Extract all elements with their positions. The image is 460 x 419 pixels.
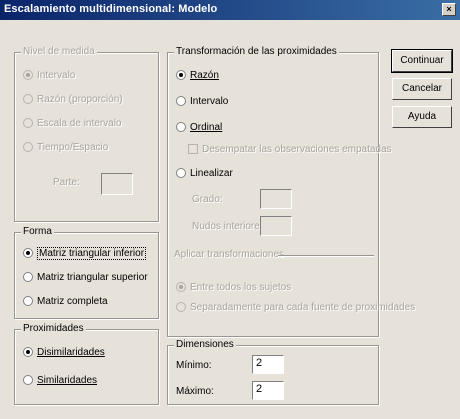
radio-button[interactable]: [23, 118, 33, 128]
min-label: Mínimo:: [176, 360, 212, 371]
option-label: Separadamente para cada fuente de proxim…: [190, 301, 416, 313]
radio-button[interactable]: [23, 296, 33, 306]
transformation-option-spline[interactable]: Linealizar: [176, 165, 233, 181]
measurement-option-1[interactable]: Razón (proporción): [23, 91, 123, 107]
max-label: Máximo:: [176, 386, 214, 397]
radio-button[interactable]: [176, 168, 186, 178]
measurement-level-legend: Nivel de medida: [21, 46, 97, 57]
measurement-option-2[interactable]: Escala de intervalo: [23, 115, 122, 131]
radio-button[interactable]: [23, 248, 33, 258]
radio-button[interactable]: [23, 70, 33, 80]
radio-button[interactable]: [23, 142, 33, 152]
shape-option-lower[interactable]: Matriz triangular inferior: [23, 245, 147, 261]
option-label: Disimilaridades: [37, 346, 105, 358]
option-label: Escala de intervalo: [37, 117, 122, 129]
option-label: Intervalo: [37, 69, 76, 81]
parte-label: Parte:: [53, 177, 80, 188]
proximities-legend: Proximidades: [21, 323, 86, 334]
checkbox-label: Desempatar las observaciones empatadas: [202, 143, 392, 155]
apply-option-separate[interactable]: Separadamente para cada fuente de proxim…: [176, 299, 415, 315]
measurement-option-3[interactable]: Tiempo/Espacio: [23, 139, 108, 155]
radio-button[interactable]: [23, 375, 33, 385]
proximities-group: Proximidades Disimilaridades Similaridad…: [14, 323, 159, 405]
option-label: Tiempo/Espacio: [37, 141, 109, 153]
grado-field[interactable]: [260, 189, 292, 209]
max-field[interactable]: 2: [252, 381, 284, 400]
radio-button[interactable]: [176, 302, 186, 312]
transformation-option-razon[interactable]: Razón: [176, 67, 219, 83]
option-label: Intervalo: [190, 95, 229, 107]
option-label: Matriz triangular superior: [37, 271, 148, 283]
option-label: Matriz completa: [37, 295, 108, 307]
nudos-label: Nudos interiores:: [192, 221, 268, 232]
option-label: Similaridades: [37, 374, 98, 386]
dialog-body: Nivel de medida Intervalo Razón (proporc…: [0, 20, 460, 419]
radio-button[interactable]: [23, 94, 33, 104]
radio-button[interactable]: [176, 282, 186, 292]
radio-button[interactable]: [23, 272, 33, 282]
checkbox[interactable]: [188, 144, 198, 154]
option-label: Entre todos los sujetos: [190, 281, 292, 293]
shape-legend: Forma: [21, 226, 54, 237]
option-label: Matriz triangular inferior: [37, 246, 147, 260]
close-button[interactable]: ×: [442, 3, 456, 16]
transformation-option-ordinal[interactable]: Ordinal: [176, 119, 222, 135]
cancel-button[interactable]: Cancelar: [392, 78, 452, 100]
parte-field[interactable]: [101, 173, 133, 195]
shape-option-upper[interactable]: Matriz triangular superior: [23, 269, 148, 285]
option-label: Razón: [190, 69, 219, 81]
option-label: Linealizar: [190, 167, 233, 179]
help-button[interactable]: Ayuda: [392, 106, 452, 128]
measurement-option-0[interactable]: Intervalo: [23, 67, 75, 83]
shape-group: Forma Matriz triangular inferior Matriz …: [14, 226, 159, 319]
option-label: Ordinal: [190, 121, 223, 133]
transformation-group: Transformación de las proximidades Razón…: [167, 46, 415, 337]
proximities-option-dissimilarities[interactable]: Disimilaridades: [23, 344, 105, 360]
apply-option-all[interactable]: Entre todos los sujetos: [176, 279, 291, 295]
dimensions-legend: Dimensiones: [174, 339, 236, 350]
proximities-option-similarities[interactable]: Similaridades: [23, 372, 97, 388]
option-label: Razón (proporción): [37, 93, 123, 105]
nudos-field[interactable]: [260, 216, 292, 236]
grado-label: Grado:: [192, 194, 223, 205]
untie-tied-checkbox[interactable]: Desempatar las observaciones empatadas: [188, 141, 392, 157]
window-title: Escalamiento multidimensional: Modelo: [4, 3, 218, 15]
measurement-level-group: Nivel de medida Intervalo Razón (proporc…: [14, 46, 159, 222]
title-bar: Escalamiento multidimensional: Modelo ×: [0, 0, 460, 20]
min-field[interactable]: 2: [252, 355, 284, 374]
transformation-option-intervalo[interactable]: Intervalo: [176, 93, 228, 109]
shape-option-full[interactable]: Matriz completa: [23, 293, 108, 309]
separator-line: [278, 255, 374, 257]
apply-transform-legend: Aplicar transformaciones: [174, 249, 288, 260]
radio-button[interactable]: [23, 347, 33, 357]
continue-button[interactable]: Continuar: [391, 49, 453, 73]
transformation-legend: Transformación de las proximidades: [174, 46, 339, 57]
dimensions-group: Dimensiones Mínimo: 2 Máximo: 2: [167, 339, 379, 405]
radio-button[interactable]: [176, 122, 186, 132]
radio-button[interactable]: [176, 96, 186, 106]
radio-button[interactable]: [176, 70, 186, 80]
